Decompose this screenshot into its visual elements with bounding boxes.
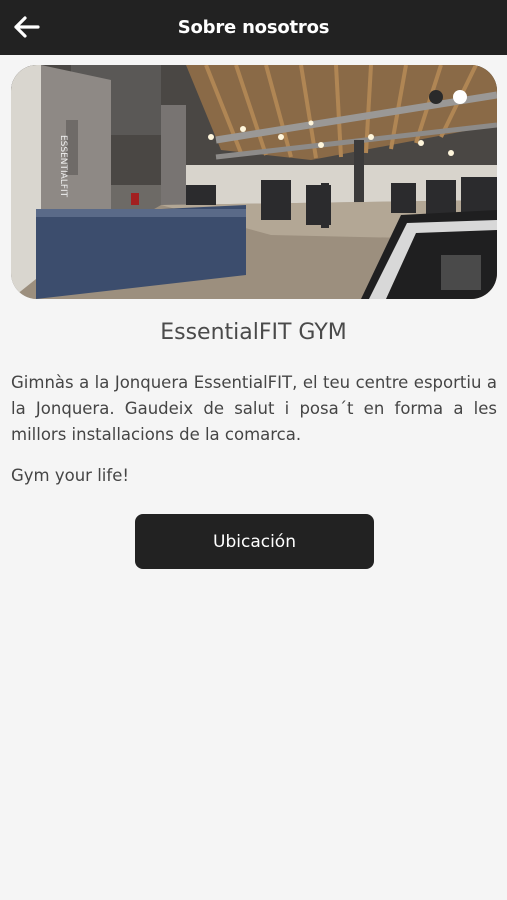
gym-name-heading: EssentialFIT GYM <box>160 320 347 345</box>
gym-slogan: Gym your life! <box>11 466 129 485</box>
carousel-dot-2[interactable] <box>453 90 467 104</box>
arrow-left-icon <box>14 16 40 38</box>
gym-interior-photo: ESSENTIALFIT <box>11 65 497 299</box>
location-button[interactable]: Ubicación <box>135 514 374 569</box>
page-title: Sobre nosotros <box>177 17 330 38</box>
app-header: Sobre nosotros <box>0 0 507 55</box>
back-button[interactable] <box>10 12 42 42</box>
gym-description: Gimnàs a la Jonquera EssentialFIT, el te… <box>11 373 497 444</box>
wall-signage: ESSENTIALFIT <box>58 135 68 198</box>
carousel-dot-1[interactable] <box>429 90 443 104</box>
gym-photo-carousel[interactable]: ESSENTIALFIT <box>11 65 497 299</box>
